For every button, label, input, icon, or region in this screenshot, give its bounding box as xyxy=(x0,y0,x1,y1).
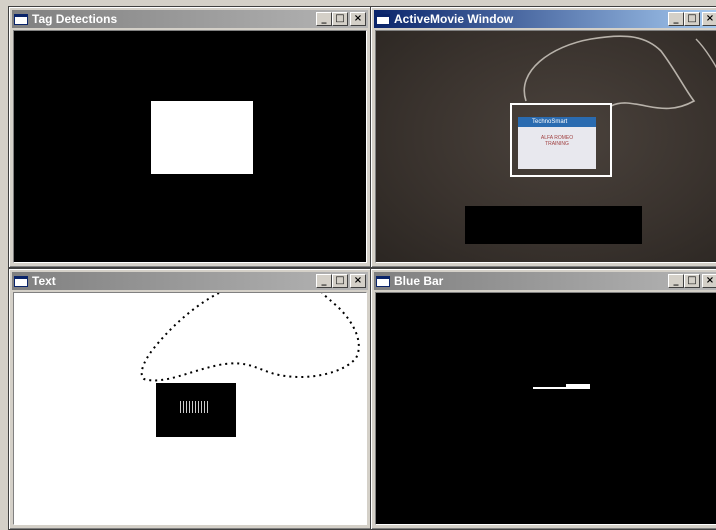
tag-detections-titlebar[interactable]: Tag Detections _ □ × xyxy=(12,10,368,28)
minimize-button[interactable]: _ xyxy=(668,12,684,26)
window-title: Blue Bar xyxy=(394,274,444,288)
close-button[interactable]: × xyxy=(350,274,366,288)
maximize-button[interactable]: □ xyxy=(684,12,700,26)
window-icon xyxy=(376,275,390,287)
badge-card-header: TechnoSmart xyxy=(518,117,596,127)
text-region-blob xyxy=(156,383,236,437)
close-button[interactable]: × xyxy=(702,274,716,288)
window-title: Tag Detections xyxy=(32,12,118,26)
minimize-button[interactable]: _ xyxy=(668,274,684,288)
text-titlebar[interactable]: Text _ □ × xyxy=(12,272,368,290)
window-title: Text xyxy=(32,274,56,288)
minimize-button[interactable]: _ xyxy=(316,12,332,26)
badge-card-line: TRAINING xyxy=(545,141,569,147)
blue-bar-view xyxy=(375,292,716,525)
maximize-button[interactable]: □ xyxy=(332,12,348,26)
blue-bar-titlebar[interactable]: Blue Bar _ □ × xyxy=(374,272,716,290)
blue-bar-window: Blue Bar _ □ × xyxy=(370,268,716,530)
window-title: ActiveMovie Window xyxy=(394,12,514,26)
blue-bar-detection-blob xyxy=(566,384,590,389)
text-window: Text _ □ × xyxy=(8,268,372,530)
text-view xyxy=(13,292,367,525)
badge-detection-box: TechnoSmart ALFA ROMEO TRAINING xyxy=(510,103,612,177)
window-icon xyxy=(376,13,390,25)
detected-tag-blob xyxy=(151,101,253,174)
tag-detections-window: Tag Detections _ □ × xyxy=(8,6,372,268)
redaction-bar xyxy=(465,206,642,244)
close-button[interactable]: × xyxy=(702,12,716,26)
maximize-button[interactable]: □ xyxy=(684,274,700,288)
badge-card: TechnoSmart ALFA ROMEO TRAINING xyxy=(518,117,596,169)
close-button[interactable]: × xyxy=(350,12,366,26)
maximize-button[interactable]: □ xyxy=(332,274,348,288)
camera-video-view: TechnoSmart ALFA ROMEO TRAINING xyxy=(375,30,716,263)
active-movie-window: ActiveMovie Window _ □ × TechnoSmart ALF… xyxy=(370,6,716,268)
window-icon xyxy=(14,13,28,25)
tag-detections-view xyxy=(13,30,367,263)
window-icon xyxy=(14,275,28,287)
text-region-speckles xyxy=(180,401,210,413)
minimize-button[interactable]: _ xyxy=(316,274,332,288)
active-movie-titlebar[interactable]: ActiveMovie Window _ □ × xyxy=(374,10,716,28)
